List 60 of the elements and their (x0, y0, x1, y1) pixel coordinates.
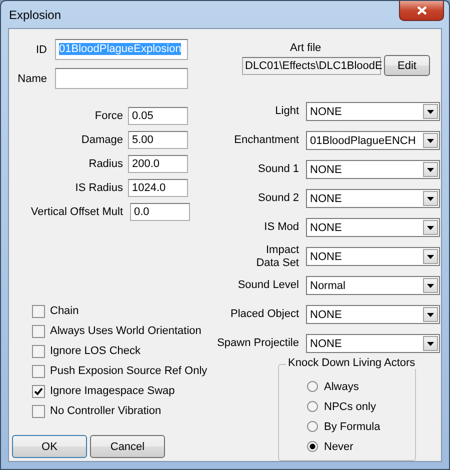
number-field[interactable]: 200.0 (128, 155, 188, 173)
checkbox-label: Ignore LOS Check (50, 345, 140, 357)
checkbox[interactable] (32, 404, 45, 418)
dropdown[interactable]: NONE (306, 334, 440, 353)
dropdown[interactable]: Normal (306, 276, 440, 295)
field-label: IS Radius (74, 182, 123, 194)
checkbox-label: Chain (50, 305, 79, 317)
radio-button[interactable] (307, 381, 318, 392)
close-icon (416, 6, 426, 15)
field-label: Sound 1 (257, 163, 299, 176)
radio-button[interactable] (307, 421, 318, 432)
ok-button[interactable]: OK (12, 435, 87, 458)
checkbox[interactable] (32, 324, 45, 338)
field-label: Enchantment (233, 134, 299, 147)
field-label: Damage (80, 134, 123, 146)
radio-button[interactable] (307, 401, 318, 412)
field-label: Force (94, 110, 123, 122)
field-label: Sound Level (236, 279, 299, 292)
dropdown[interactable]: NONE (306, 305, 440, 324)
checkbox[interactable] (32, 364, 45, 378)
dropdown[interactable]: NONE (306, 218, 440, 237)
close-button[interactable] (399, 1, 444, 21)
name-field[interactable] (55, 68, 188, 89)
checkbox-label: Push Exposion Source Ref Only (50, 365, 208, 377)
window-title: Explosion (9, 8, 62, 22)
dropdown[interactable]: 01BloodPlagueENCH (306, 131, 440, 150)
field-label: Art file (290, 42, 322, 54)
checkbox[interactable] (32, 384, 45, 398)
checkbox-label: Always Uses World Orientation (50, 325, 202, 337)
dropdown[interactable]: NONE (306, 247, 440, 266)
radio-label: Never (324, 440, 354, 452)
number-field[interactable]: 1024.0 (128, 179, 188, 197)
field-label: Light (274, 105, 299, 118)
field-label: IS Mod (263, 221, 299, 234)
dropdown[interactable]: NONE (306, 102, 440, 121)
checkbox-label: Ignore Imagespace Swap (50, 385, 175, 397)
art-file-field[interactable]: DLC01\Effects\DLC1BloodE (242, 56, 381, 74)
dropdown[interactable]: NONE (306, 189, 440, 208)
checkbox[interactable] (32, 304, 45, 318)
radio-label: By Formula (324, 420, 380, 432)
checkbox-label: No Controller Vibration (50, 405, 162, 417)
field-label: ID (35, 44, 47, 56)
number-field[interactable]: 0.05 (128, 107, 188, 125)
number-field[interactable]: 0.0 (130, 203, 190, 221)
dropdown[interactable]: NONE (306, 160, 440, 179)
edit-button[interactable]: Edit (384, 55, 430, 76)
radio-label: Always (324, 380, 359, 392)
field-label: Name (16, 72, 47, 84)
field-label: Sound 2 (257, 192, 299, 205)
radio-button[interactable] (307, 441, 318, 452)
field-label: Spawn Projectile (216, 337, 299, 350)
radio-label: NPCs only (324, 400, 376, 412)
cancel-button[interactable]: Cancel (90, 435, 165, 458)
field-label: Impact Data Set (255, 244, 299, 270)
field-label: Placed Object (230, 308, 299, 321)
group-title: Knock Down Living Actors (286, 357, 418, 369)
number-field[interactable]: 5.00 (128, 131, 188, 149)
field-label: Vertical Offset Mult (30, 206, 123, 218)
field-label: Radius (88, 158, 123, 170)
checkbox[interactable] (32, 344, 45, 358)
